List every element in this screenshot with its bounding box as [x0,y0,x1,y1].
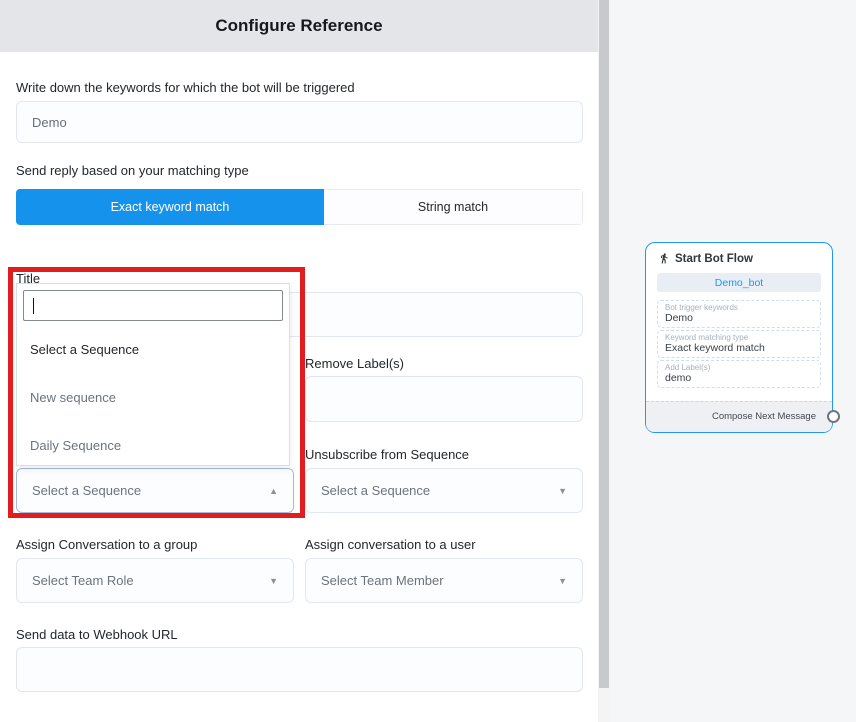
node-field-value: Demo [665,312,813,324]
unsubscribe-select[interactable]: Select a Sequence ▼ [305,468,583,513]
node-field-matching-type: Keyword matching type Exact keyword matc… [657,330,821,358]
node-field-add-labels: Add Label(s) demo [657,360,821,388]
start-bot-flow-node[interactable]: Start Bot Flow Demo_bot Bot trigger keyw… [645,242,833,433]
matching-type-label: Send reply based on your matching type [16,163,249,178]
panel-header: Configure Reference [0,0,598,52]
team-member-select[interactable]: Select Team Member ▼ [305,558,583,603]
chevron-down-icon: ▼ [269,576,278,586]
assign-user-label: Assign conversation to a user [305,537,476,552]
team-member-select-value: Select Team Member [321,573,444,588]
page-title: Configure Reference [215,16,382,36]
connection-handle[interactable] [827,410,840,423]
scrollbar-thumb[interactable] [599,0,609,688]
walking-person-icon [658,252,670,265]
team-role-select-value: Select Team Role [32,573,134,588]
node-header: Start Bot Flow [646,243,832,265]
compose-next-message-label: Compose Next Message [646,401,832,432]
node-field-trigger-keywords: Bot trigger keywords Demo [657,300,821,328]
webhook-label: Send data to Webhook URL [16,627,178,642]
red-highlight-box [8,267,305,518]
remove-labels-label: Remove Label(s) [305,356,404,371]
node-field-value: demo [665,372,813,384]
node-field-label: Bot trigger keywords [665,303,813,312]
unsubscribe-label: Unsubscribe from Sequence [305,447,469,462]
node-title: Start Bot Flow [675,253,753,265]
webhook-input[interactable] [16,647,583,692]
node-fields: Bot trigger keywords Demo Keyword matchi… [657,300,821,388]
node-field-label: Keyword matching type [665,333,813,342]
configure-panel: Configure Reference Write down the keywo… [0,0,598,722]
tab-string-match[interactable]: String match [324,189,583,225]
chevron-down-icon: ▼ [558,576,567,586]
matching-type-tabs: Exact keyword match String match [16,189,583,225]
tab-exact-keyword-match[interactable]: Exact keyword match [16,189,324,225]
node-field-label: Add Label(s) [665,363,813,372]
keywords-label: Write down the keywords for which the bo… [16,80,355,95]
node-field-value: Exact keyword match [665,342,813,354]
unsubscribe-select-value: Select a Sequence [321,483,430,498]
remove-labels-input[interactable] [305,376,583,422]
bot-name-pill[interactable]: Demo_bot [657,273,821,292]
team-role-select[interactable]: Select Team Role ▼ [16,558,294,603]
keywords-input[interactable] [16,101,583,143]
assign-group-label: Assign Conversation to a group [16,537,197,552]
chevron-down-icon: ▼ [558,486,567,496]
